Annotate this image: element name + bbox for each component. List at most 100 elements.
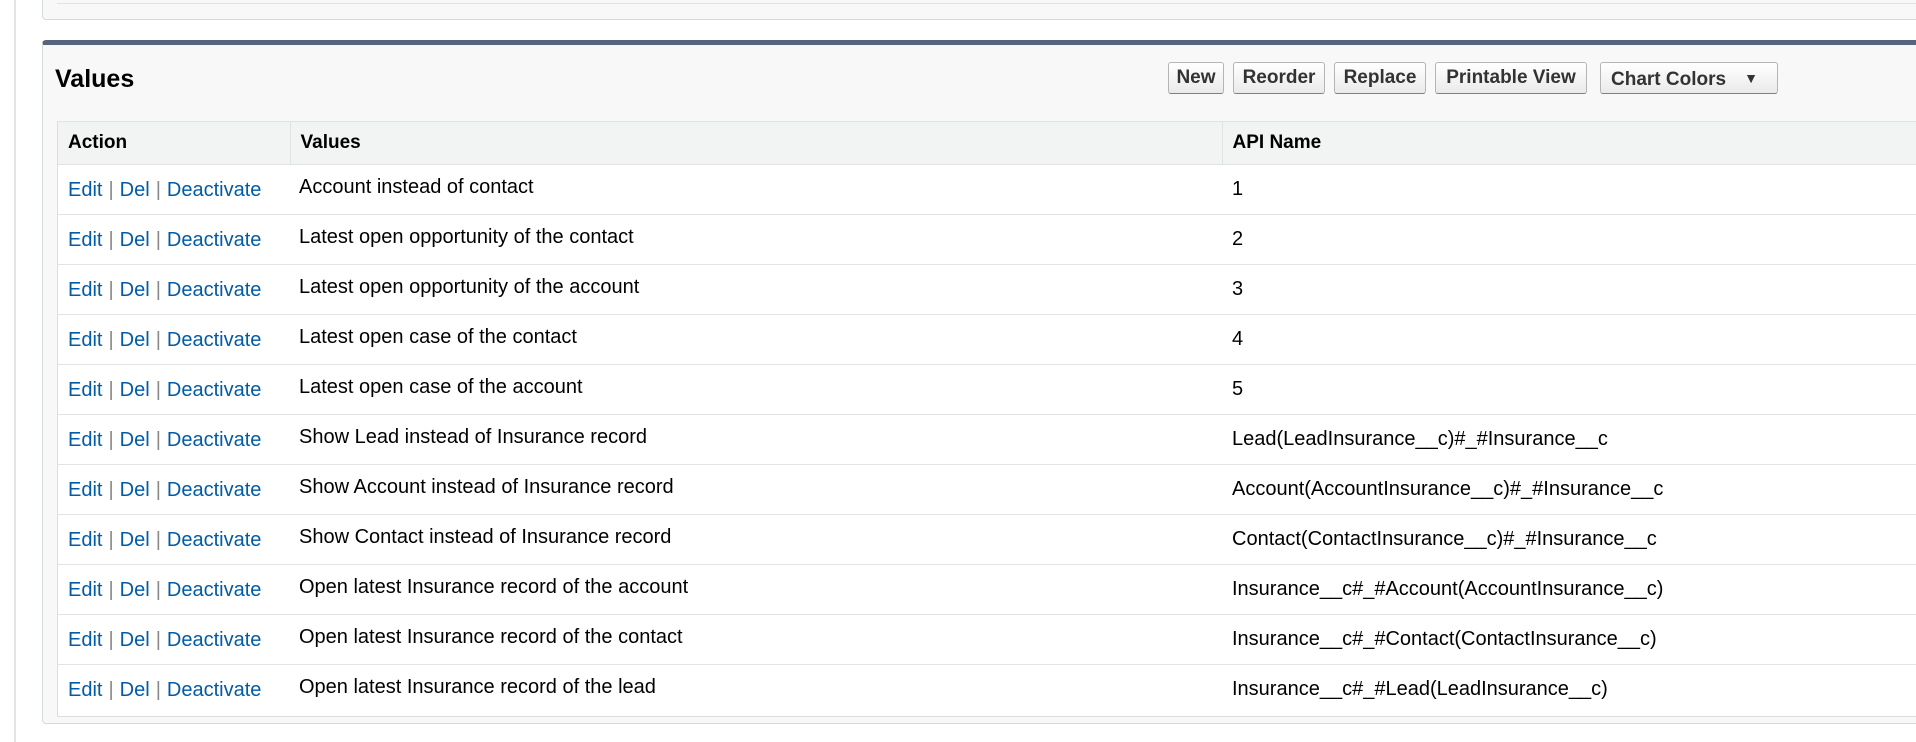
value-cell: Open latest Insurance record of the lead: [299, 675, 656, 698]
separator: |: [155, 629, 161, 651]
del-link[interactable]: Del: [120, 529, 150, 551]
del-link[interactable]: Del: [120, 329, 150, 351]
deactivate-link[interactable]: Deactivate: [167, 429, 262, 451]
replace-button[interactable]: Replace: [1334, 62, 1426, 94]
separator: |: [108, 279, 114, 301]
action-cell: Edit | Del | Deactivate: [58, 364, 290, 415]
values-table: Action Values API Name Edit | Del | Deactiva…: [58, 122, 1916, 714]
deactivate-link[interactable]: Deactivate: [167, 279, 262, 301]
del-link[interactable]: Del: [120, 629, 150, 651]
table-row: Edit | Del | Deactivate Show Account instead …: [58, 464, 1916, 515]
table-row: Edit | Del | Deactivate Latest open opportuni…: [58, 264, 1916, 315]
action-cell: Edit | Del | Deactivate: [58, 664, 290, 714]
api-name-cell: Insurance__c#_#Lead(LeadInsurance__c): [1232, 677, 1608, 700]
value-cell: Latest open case of the account: [290, 364, 1222, 415]
del-link[interactable]: Del: [120, 429, 150, 451]
new-button[interactable]: New: [1168, 62, 1224, 94]
edit-link[interactable]: Edit: [68, 179, 102, 201]
del-link[interactable]: Del: [120, 679, 150, 701]
action-cell: Edit | Del | Deactivate: [58, 214, 290, 265]
chart-colors-label: Chart Colors: [1611, 69, 1727, 90]
table-header-row: Action Values API Name: [58, 122, 1916, 165]
edit-link[interactable]: Edit: [68, 229, 102, 251]
previous-panel-inner: [57, 0, 1916, 4]
values-table-wrap: Action Values API Name Edit | Del | Deactiva…: [57, 121, 1916, 717]
separator: |: [155, 229, 161, 251]
api-name-cell: Insurance__c#_#Account(AccountInsurance_…: [1222, 564, 1916, 615]
api-name-cell: Lead(LeadInsurance__c)#_#Insurance__c: [1222, 414, 1916, 465]
edit-link[interactable]: Edit: [68, 329, 102, 351]
separator: |: [155, 329, 161, 351]
separator: |: [155, 529, 161, 551]
chevron-down-icon: ▼: [1744, 70, 1758, 86]
edit-link[interactable]: Edit: [68, 579, 102, 601]
separator: |: [108, 429, 114, 451]
edit-link[interactable]: Edit: [68, 429, 102, 451]
deactivate-link[interactable]: Deactivate: [167, 629, 262, 651]
action-cell: Edit | Del | Deactivate: [58, 314, 290, 365]
values-panel: Values New Reorder Replace Printable Vie…: [42, 40, 1916, 724]
del-link[interactable]: Del: [120, 279, 150, 301]
separator: |: [108, 679, 114, 702]
table-row: Edit | Del | Deactivate Account instead of co…: [58, 164, 1916, 215]
api-name-cell: Contact(ContactInsurance__c)#_#Insurance…: [1222, 514, 1916, 565]
separator: |: [155, 579, 161, 601]
header-action: Action: [58, 122, 291, 165]
reorder-button[interactable]: Reorder: [1233, 62, 1325, 94]
deactivate-link[interactable]: Deactivate: [167, 479, 262, 501]
deactivate-link[interactable]: Deactivate: [167, 229, 262, 251]
value-cell: Open latest Insurance record of the acco…: [290, 564, 1222, 615]
del-link[interactable]: Del: [120, 179, 150, 201]
previous-panel: [42, 0, 1916, 20]
action-cell: Edit | Del | Deactivate: [58, 514, 290, 565]
separator: |: [108, 629, 114, 651]
action-cell: Edit | Del | Deactivate: [58, 464, 290, 515]
separator: |: [155, 279, 161, 301]
action-cell: Edit | Del | Deactivate: [58, 414, 290, 465]
value-cell: Latest open case of the contact: [290, 314, 1222, 365]
panel-title: Values: [55, 65, 135, 93]
edit-link[interactable]: Edit: [68, 479, 102, 501]
table-row: Edit | Del | Deactivate Open latest Insurance…: [58, 614, 1916, 665]
value-cell: Account instead of contact: [290, 164, 1222, 215]
separator: |: [155, 679, 161, 702]
api-name-cell: Account(AccountInsurance__c)#_#Insurance…: [1222, 464, 1916, 515]
printable-view-button[interactable]: Printable View: [1435, 62, 1587, 94]
table-row: Edit | Del | Deactivate Show Contact instead …: [58, 514, 1916, 565]
edit-link[interactable]: Edit: [68, 529, 102, 551]
deactivate-link[interactable]: Deactivate: [167, 329, 262, 351]
separator: |: [108, 579, 114, 601]
edit-link[interactable]: Edit: [68, 279, 102, 301]
separator: |: [108, 379, 114, 401]
value-cell: Open latest Insurance record of the cont…: [290, 614, 1222, 665]
api-name-cell: 2: [1222, 214, 1916, 265]
edit-link[interactable]: Edit: [68, 379, 102, 401]
table-row: Edit | Del | Deactivate Open latest Insurance…: [58, 564, 1916, 615]
value-cell: Latest open opportunity of the account: [290, 264, 1222, 315]
del-link[interactable]: Del: [120, 229, 150, 251]
del-link[interactable]: Del: [120, 479, 150, 501]
value-cell: Show Lead instead of Insurance record: [290, 414, 1222, 465]
table-body: Edit | Del | Deactivate Account instead of co…: [58, 164, 1916, 714]
edit-link[interactable]: Edit: [68, 629, 102, 651]
chart-colors-button[interactable]: Chart Colors ▼: [1600, 62, 1778, 94]
value-cell: Show Account instead of Insurance record: [290, 464, 1222, 515]
api-name-cell: 3: [1222, 264, 1916, 315]
deactivate-link[interactable]: Deactivate: [167, 529, 262, 551]
api-name-cell: 1: [1222, 164, 1916, 215]
separator: |: [155, 379, 161, 401]
del-link[interactable]: Del: [120, 579, 150, 601]
deactivate-link[interactable]: Deactivate: [167, 179, 262, 201]
table-row: Edit | Del | Deactivate Latest open case of t…: [58, 314, 1916, 365]
deactivate-link[interactable]: Deactivate: [167, 579, 262, 601]
del-link[interactable]: Del: [120, 379, 150, 401]
action-cell: Edit | Del | Deactivate: [58, 164, 290, 215]
separator: |: [155, 179, 161, 201]
action-cell: Edit | Del | Deactivate: [58, 264, 290, 315]
separator: |: [108, 529, 114, 551]
header-api-name: API Name: [1222, 122, 1916, 165]
deactivate-link[interactable]: Deactivate: [167, 679, 262, 701]
edit-link[interactable]: Edit: [68, 679, 102, 701]
deactivate-link[interactable]: Deactivate: [167, 379, 262, 401]
table-row: Edit | Del | Deactivate Show Lead instead of …: [58, 414, 1916, 465]
